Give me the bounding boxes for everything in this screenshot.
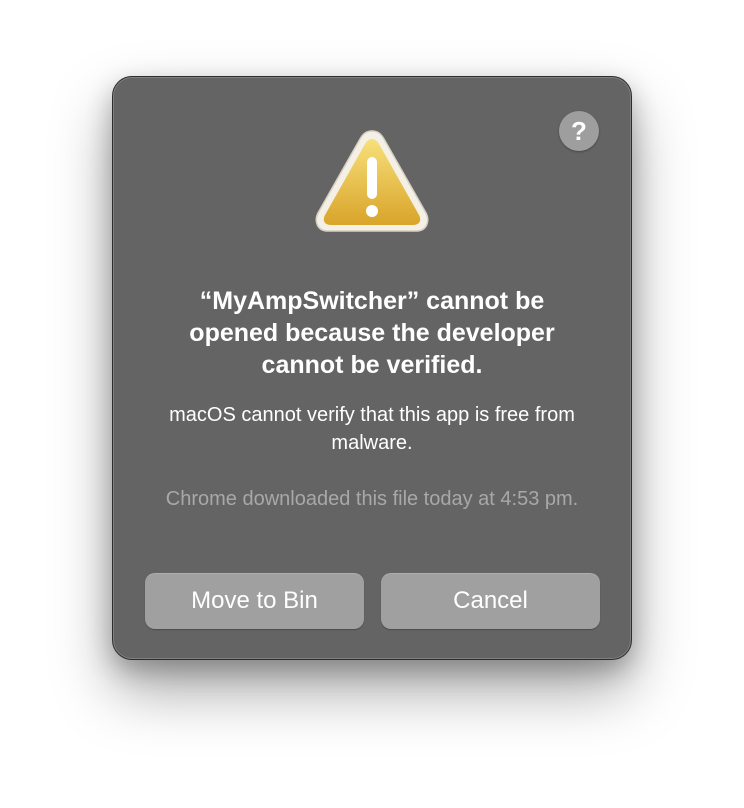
dialog-message: macOS cannot verify that this app is fre…	[169, 404, 575, 454]
screen: ? “MyAmpSwitcher” cannot be opened becau…	[0, 0, 744, 808]
security-alert-dialog: ? “MyAmpSwitcher” cannot be opened becau…	[112, 76, 632, 660]
help-button[interactable]: ?	[559, 111, 599, 151]
move-to-bin-button[interactable]: Move to Bin	[145, 573, 364, 629]
dialog-title: “MyAmpSwitcher” cannot be opened because…	[189, 287, 555, 379]
cancel-button[interactable]: Cancel	[381, 573, 600, 629]
download-info: Chrome downloaded this file today at 4:5…	[165, 488, 579, 510]
question-mark-icon: ?	[571, 115, 587, 146]
warning-triangle-icon	[315, 130, 429, 232]
